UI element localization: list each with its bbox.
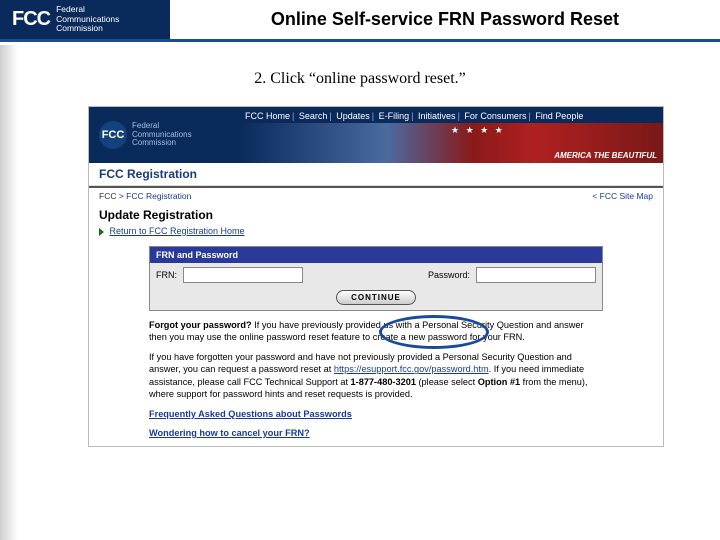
help-text: Forgot your password? If you have previo… — [149, 319, 603, 439]
nav-link[interactable]: Updates — [336, 111, 370, 121]
embed-logo: FCC Federal Communications Commission — [89, 107, 239, 163]
nav-link[interactable]: FCC Home — [245, 111, 290, 121]
slide-title: Online Self-service FRN Password Reset — [170, 0, 720, 39]
breadcrumb: FCC > FCC Registration — [99, 191, 191, 201]
top-nav: FCC Home| Search| Updates| E-Filing| Ini… — [239, 107, 663, 121]
password-input[interactable] — [476, 267, 596, 283]
nav-link[interactable]: Search — [299, 111, 328, 121]
return-link-row: Return to FCC Registration Home — [89, 224, 663, 242]
nav-link[interactable]: Initiatives — [418, 111, 456, 121]
flag-banner: ★ ★ ★ ★ AMERICA THE BEAUTIFUL — [239, 123, 663, 163]
password-label: Password: — [428, 270, 470, 280]
password-reset-url[interactable]: https://esupport.fcc.gov/password.htm — [334, 364, 489, 374]
nav-link[interactable]: For Consumers — [464, 111, 526, 121]
login-form: FRN and Password FRN: Password: CONTINUE — [149, 246, 603, 311]
return-home-link[interactable]: Return to FCC Registration Home — [110, 226, 245, 236]
fcc-wordmark: FCC — [12, 8, 50, 31]
faq-link[interactable]: Frequently Asked Questions about Passwor… — [149, 409, 352, 419]
form-header: FRN and Password — [150, 247, 602, 263]
slide-header: FCC Federal Communications Commission On… — [0, 0, 720, 42]
embed-header: FCC Federal Communications Commission FC… — [89, 107, 663, 163]
embed-agency-name: Federal Communications Commission — [132, 122, 192, 147]
slide-logo: FCC Federal Communications Commission — [0, 0, 170, 39]
breadcrumb-link[interactable]: FCC Registration — [126, 191, 191, 201]
website-screenshot: FCC Federal Communications Commission FC… — [88, 106, 664, 447]
breadcrumb-row: FCC > FCC Registration < FCC Site Map — [89, 188, 663, 204]
page-title: Update Registration — [89, 204, 663, 224]
frn-input[interactable] — [183, 267, 303, 283]
forgot-lead: Forgot your password? — [149, 320, 252, 330]
nav-link[interactable]: E-Filing — [379, 111, 410, 121]
decorative-shadow — [0, 45, 18, 540]
nav-link[interactable]: Find People — [535, 111, 583, 121]
site-map-link[interactable]: < FCC Site Map — [592, 191, 653, 201]
registration-heading: FCC Registration — [89, 163, 663, 186]
menu-option: Option #1 — [478, 377, 520, 387]
arrow-right-icon — [99, 228, 104, 236]
banner-motto: AMERICA THE BEAUTIFUL — [554, 151, 657, 160]
stars-icon: ★ ★ ★ ★ — [451, 125, 505, 136]
cancel-frn-link[interactable]: Wondering how to cancel your FRN? — [149, 428, 310, 438]
fcc-seal-icon: FCC — [99, 121, 127, 149]
frn-label: FRN: — [156, 270, 177, 280]
step-instruction: 2. Click “online password reset.” — [0, 70, 720, 88]
continue-button[interactable]: CONTINUE — [336, 290, 416, 305]
fcc-agency-name: Federal Communications Commission — [56, 5, 119, 33]
support-phone: 1-877-480-3201 — [351, 377, 416, 387]
